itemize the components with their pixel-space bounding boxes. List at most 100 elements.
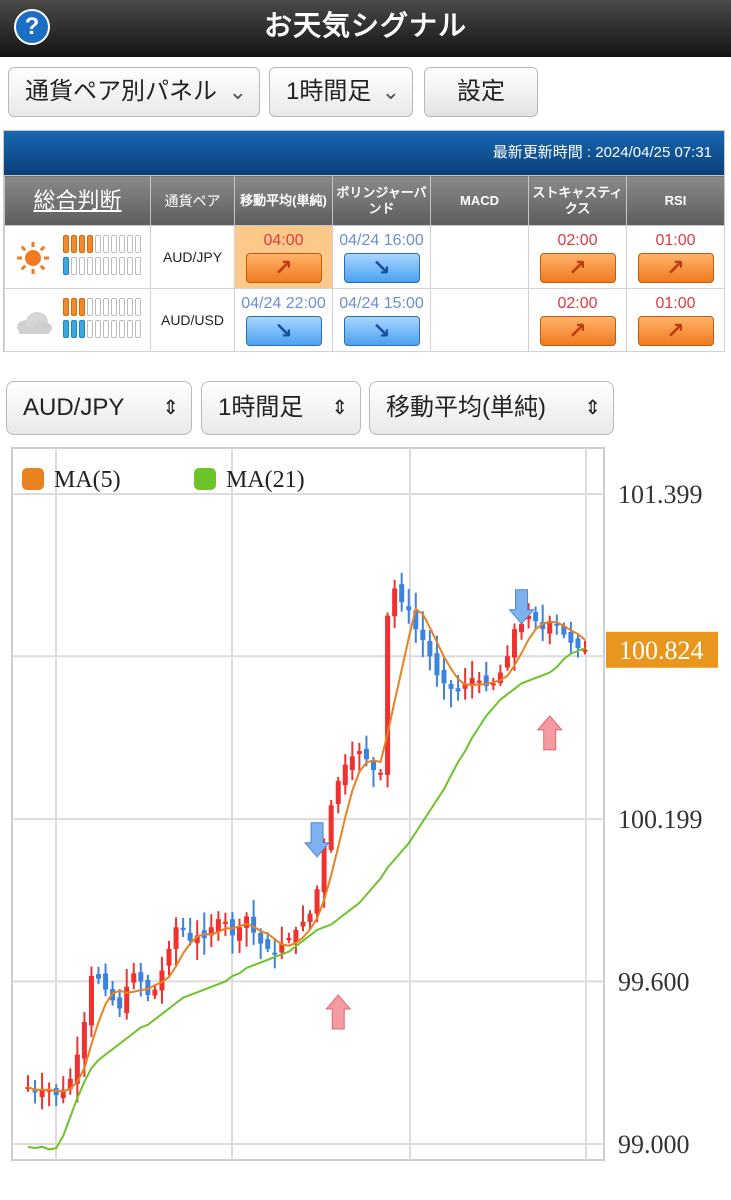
signal-time: 02:00 bbox=[557, 294, 598, 312]
price-chart[interactable]: 101.399 100.199 99.600 99.000 MA(5) MA(21) 100… bbox=[0, 440, 731, 1200]
legend-swatch-ma5 bbox=[22, 468, 44, 490]
header-pair: 通貨ペア bbox=[150, 175, 235, 226]
candle-body bbox=[131, 973, 137, 983]
chart-pair-label: AUD/JPY bbox=[23, 394, 125, 421]
cloud-icon bbox=[17, 312, 52, 334]
legend-label-ma21: MA(21) bbox=[226, 467, 305, 493]
candle-body bbox=[420, 629, 426, 641]
app-header: ? お天気シグナル bbox=[0, 0, 731, 57]
table-row[interactable]: AUD/JPY 04:00 ↗ 04/24 16:00 ↘ 02:00 ↗ 01:00 ↗ bbox=[4, 225, 725, 289]
signal-cell[interactable]: 04:00 ↗ bbox=[234, 225, 333, 289]
candle-body bbox=[370, 760, 376, 771]
updown-icon: ⇕ bbox=[162, 397, 179, 419]
signal-cell[interactable]: 02:00 ↗ bbox=[528, 225, 627, 289]
candle-body bbox=[427, 640, 433, 657]
arrow-up-right-icon[interactable]: ↗ bbox=[245, 252, 322, 283]
candle-body bbox=[96, 974, 102, 979]
candle-body bbox=[300, 921, 306, 927]
timeframe-select[interactable]: 1時間足 ⌄ bbox=[269, 67, 413, 117]
arrow-up-right-icon[interactable]: ↗ bbox=[539, 315, 616, 346]
pair-cell[interactable]: AUD/JPY bbox=[150, 225, 235, 289]
signal-cell bbox=[430, 225, 529, 289]
signal-time: 01:00 bbox=[655, 294, 696, 312]
candle-body bbox=[39, 1089, 45, 1098]
y-tick-label: 99.600 bbox=[618, 967, 690, 996]
app-title: お天気シグナル bbox=[263, 10, 467, 41]
candle-body bbox=[469, 677, 475, 684]
header-rsi: RSI bbox=[626, 175, 725, 226]
header-overall[interactable]: 総合判断 bbox=[4, 175, 151, 226]
signal-cell[interactable]: 04/24 22:00 ↘ bbox=[234, 288, 333, 352]
candle-body bbox=[103, 973, 109, 990]
header-bollinger: ボリンジャーバンド bbox=[332, 175, 431, 226]
candle-body bbox=[434, 653, 440, 676]
candle-body bbox=[314, 889, 320, 914]
candle-body bbox=[272, 952, 278, 955]
chevron-down-icon: ⌄ bbox=[381, 79, 400, 104]
signal-cell[interactable]: 04/24 16:00 ↘ bbox=[332, 225, 431, 289]
signal-meter bbox=[63, 298, 149, 342]
table-row[interactable]: AUD/USD 04/24 22:00 ↘ 04/24 15:00 ↘ 02:00 ↗ 01:… bbox=[4, 288, 725, 352]
chart-indicator-select[interactable]: 移動平均(単純) ⇕ bbox=[369, 381, 614, 435]
signal-cell[interactable]: 02:00 ↗ bbox=[528, 288, 627, 352]
candle-body bbox=[406, 606, 412, 611]
candle-body bbox=[173, 927, 179, 949]
settings-button[interactable]: 設定 bbox=[424, 67, 538, 117]
signal-cell[interactable]: 01:00 ↗ bbox=[626, 288, 725, 352]
arrow-down-right-icon[interactable]: ↘ bbox=[343, 315, 420, 346]
arrow-up-right-icon[interactable]: ↗ bbox=[539, 252, 616, 283]
candle-body bbox=[335, 780, 341, 804]
signal-cell[interactable]: 04/24 15:00 ↘ bbox=[332, 288, 431, 352]
signal-time: 04/24 22:00 bbox=[241, 294, 326, 312]
signal-time: 02:00 bbox=[557, 231, 598, 249]
candle-body bbox=[504, 656, 510, 668]
signal-panel: 最新更新時間 : 2024/04/25 07:31 総合判断 通貨ペア 移動平均… bbox=[3, 130, 725, 352]
candle-body bbox=[363, 748, 369, 760]
chart-timeframe-label: 1時間足 bbox=[218, 394, 304, 421]
candle-body bbox=[321, 845, 327, 893]
signal-cell[interactable]: 01:00 ↗ bbox=[626, 225, 725, 289]
sun-icon bbox=[17, 242, 49, 274]
candle-body bbox=[187, 932, 193, 941]
arrow-down-right-icon[interactable]: ↘ bbox=[343, 252, 420, 283]
signal-meter bbox=[63, 235, 149, 279]
candle-body bbox=[286, 938, 292, 941]
candle-body bbox=[448, 684, 454, 689]
signal-time: 04:00 bbox=[263, 231, 304, 249]
candle-body bbox=[307, 913, 313, 922]
chart-frame bbox=[11, 447, 605, 1161]
candle-body bbox=[222, 921, 228, 924]
signal-time: 04/24 16:00 bbox=[339, 231, 424, 249]
header-ma: 移動平均(単純) bbox=[234, 175, 333, 226]
candle-body bbox=[356, 751, 362, 754]
updown-icon: ⇕ bbox=[331, 397, 348, 419]
candle-body bbox=[152, 989, 158, 996]
panel-select[interactable]: 通貨ペア別パネル ⌄ bbox=[8, 67, 260, 117]
candle-body bbox=[251, 916, 257, 933]
candle-body bbox=[258, 932, 264, 944]
legend-swatch-ma21 bbox=[194, 468, 216, 490]
candle-body bbox=[265, 939, 271, 949]
candle-body bbox=[378, 772, 384, 775]
chart-pair-select[interactable]: AUD/JPY ⇕ bbox=[6, 381, 192, 435]
y-tick-label: 99.000 bbox=[618, 1130, 690, 1159]
chart-timeframe-select[interactable]: 1時間足 ⇕ bbox=[201, 381, 361, 435]
candle-body bbox=[441, 669, 447, 684]
overall-cell bbox=[4, 225, 151, 289]
candle-body bbox=[476, 680, 482, 683]
candle-body bbox=[385, 615, 391, 775]
candle-body bbox=[124, 986, 130, 1014]
candle-body bbox=[455, 688, 461, 692]
candle-body bbox=[88, 976, 94, 1026]
pair-cell[interactable]: AUD/USD bbox=[150, 288, 235, 352]
arrow-up-right-icon[interactable]: ↗ bbox=[637, 252, 714, 283]
header-macd: MACD bbox=[430, 175, 529, 226]
candle-body bbox=[519, 623, 525, 633]
candle-body bbox=[138, 972, 144, 982]
arrow-up-right-icon[interactable]: ↗ bbox=[637, 315, 714, 346]
overall-cell bbox=[4, 288, 151, 352]
candle-body bbox=[328, 805, 334, 850]
candle-body bbox=[166, 948, 172, 966]
signal-cell bbox=[430, 288, 529, 352]
arrow-down-right-icon[interactable]: ↘ bbox=[245, 315, 322, 346]
